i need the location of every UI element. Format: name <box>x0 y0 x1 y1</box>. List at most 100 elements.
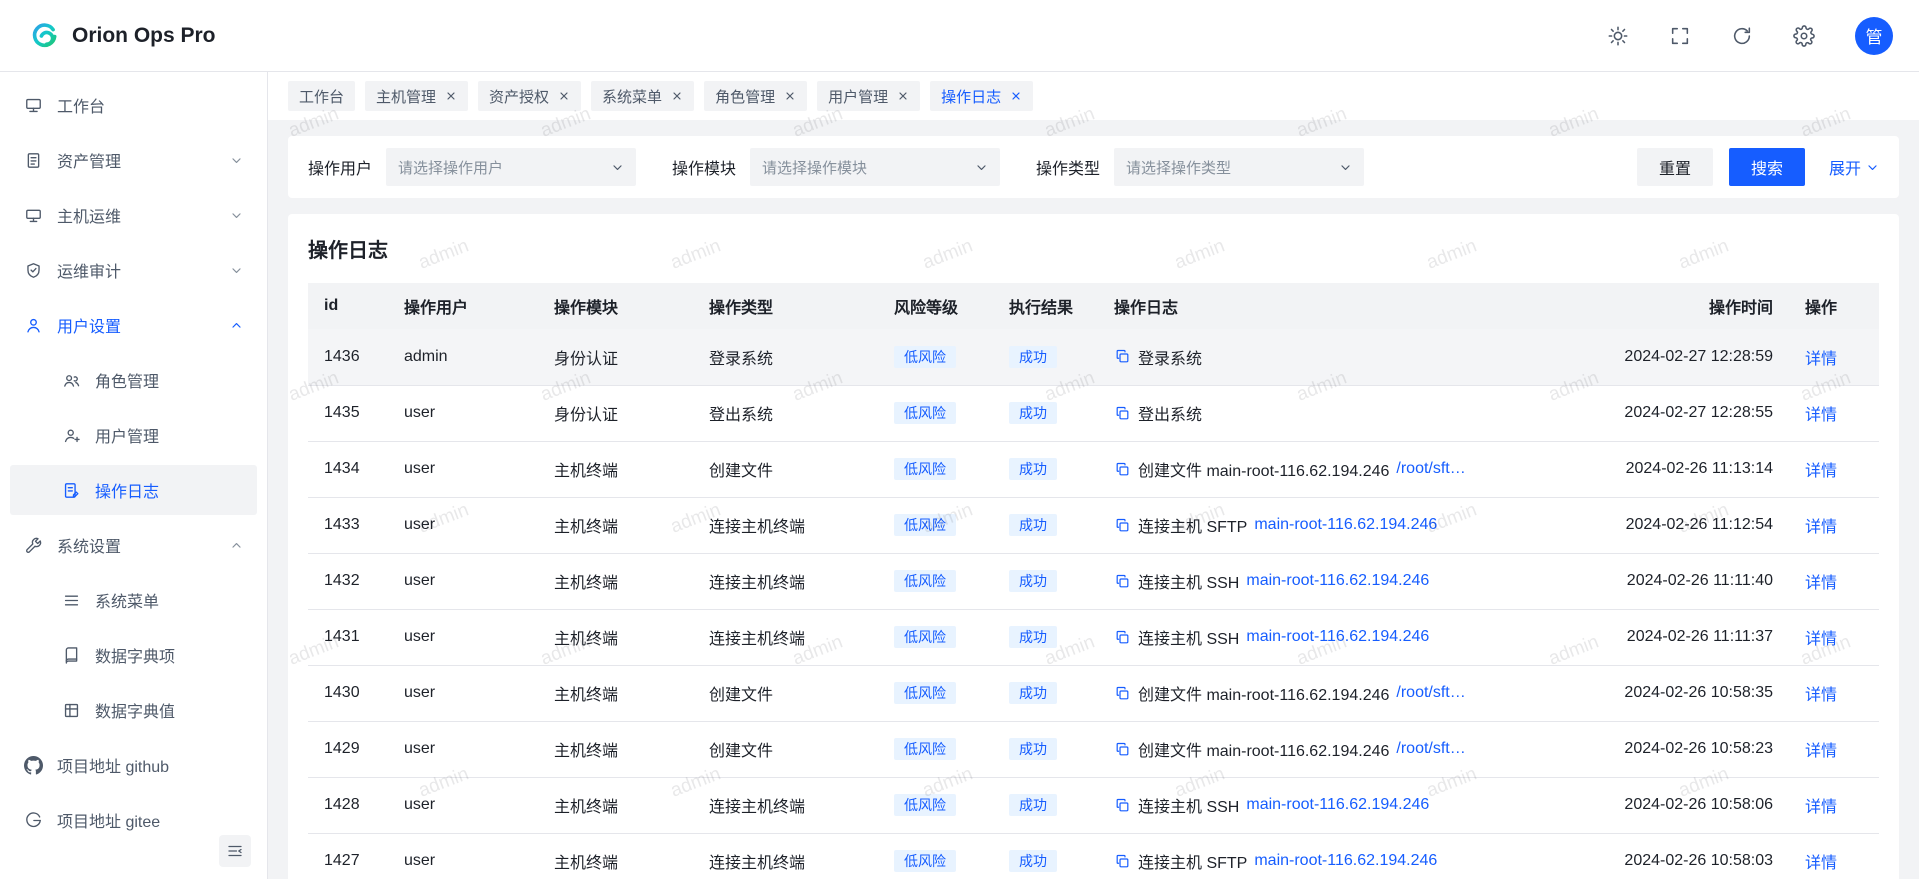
cell-user: user <box>388 833 538 879</box>
sidebar-item-workbench[interactable]: 工作台 <box>10 80 257 130</box>
detail-link[interactable]: 详情 <box>1805 351 1837 368</box>
theme-toggle-button[interactable] <box>1607 25 1629 47</box>
close-icon[interactable] <box>558 90 570 102</box>
row-id: 1432 <box>324 572 360 589</box>
close-icon[interactable] <box>784 90 796 102</box>
log-link[interactable]: main-root-116.62.194.246 <box>1246 796 1429 814</box>
log-link[interactable]: /root/sft… <box>1396 740 1465 758</box>
log-link[interactable]: main-root-116.62.194.246 <box>1254 516 1437 534</box>
cell-type: 登出系统 <box>693 385 878 441</box>
detail-link[interactable]: 详情 <box>1805 463 1837 480</box>
cell-risk: 低风险 <box>878 609 993 665</box>
expand-toggle[interactable]: 展开 <box>1829 155 1879 179</box>
sidebar-item-dict-item[interactable]: 数据字典项 <box>10 630 257 680</box>
sidebar-item-asset-management[interactable]: 资产管理 <box>10 135 257 185</box>
operation-module-select[interactable]: 请选择操作模块 <box>750 148 1000 186</box>
select-placeholder: 请选择操作模块 <box>762 157 975 178</box>
detail-link[interactable]: 详情 <box>1805 631 1837 648</box>
log-link[interactable]: main-root-116.62.194.246 <box>1246 572 1429 590</box>
tab-user-management[interactable]: 用户管理 <box>817 81 920 111</box>
sidebar-item-github[interactable]: 项目地址 github <box>10 740 257 790</box>
copy-icon <box>1114 853 1131 870</box>
log-text: 登录系统 <box>1138 345 1202 369</box>
copy-icon <box>1114 685 1131 702</box>
menu-fold-icon <box>226 842 244 860</box>
header-actions: 管 <box>1607 17 1893 55</box>
tab-operation-log[interactable]: 操作日志 <box>930 81 1033 111</box>
filter-field-operation-user: 操作用户 请选择操作用户 <box>308 148 636 186</box>
close-icon[interactable] <box>671 90 683 102</box>
detail-link[interactable]: 详情 <box>1805 687 1837 704</box>
close-icon[interactable] <box>897 90 909 102</box>
fullscreen-button[interactable] <box>1669 25 1691 47</box>
detail-link[interactable]: 详情 <box>1805 743 1837 760</box>
cell-risk: 低风险 <box>878 385 993 441</box>
tab-asset-authorization[interactable]: 资产授权 <box>478 81 581 111</box>
sidebar-item-system-settings[interactable]: 系统设置 <box>10 520 257 570</box>
tab-label: 操作日志 <box>941 86 1001 107</box>
close-icon[interactable] <box>445 90 457 102</box>
sidebar-item-ops-audit[interactable]: 运维审计 <box>10 245 257 295</box>
cell-time: 2024-02-27 12:28:55 <box>1589 385 1789 441</box>
copy-icon <box>1114 629 1131 646</box>
sidebar-item-system-menu[interactable]: 系统菜单 <box>10 575 257 625</box>
cell-risk: 低风险 <box>878 441 993 497</box>
sidebar-item-role-management[interactable]: 角色管理 <box>10 355 257 405</box>
log-link[interactable]: main-root-116.62.194.246 <box>1254 852 1437 870</box>
cell-log: 连接主机 SSH main-root-116.62.194.246 <box>1098 777 1589 833</box>
detail-link[interactable]: 详情 <box>1805 575 1837 592</box>
cell-risk: 低风险 <box>878 553 993 609</box>
sidebar-item-dict-value[interactable]: 数据字典值 <box>10 685 257 735</box>
log-cell-content: 登录系统 <box>1114 345 1573 369</box>
log-panel: 操作日志 id操作用户操作模块操作类型风险等级执行结果操作日志操作时间操作 14… <box>288 214 1899 879</box>
row-id: 1433 <box>324 516 360 533</box>
detail-link[interactable]: 详情 <box>1805 519 1837 536</box>
sidebar-item-user-management[interactable]: 用户管理 <box>10 410 257 460</box>
table-row: 1434user主机终端创建文件低风险成功创建文件 main-root-116.… <box>308 441 1879 497</box>
tab-workbench[interactable]: 工作台 <box>288 81 355 111</box>
row-user: user <box>404 796 435 813</box>
row-time: 2024-02-26 11:12:54 <box>1626 516 1773 533</box>
row-id: 1436 <box>324 348 360 365</box>
close-icon[interactable] <box>1010 90 1022 102</box>
tab-host-management[interactable]: 主机管理 <box>365 81 468 111</box>
sun-icon <box>1607 25 1629 47</box>
result-badge: 成功 <box>1009 738 1057 760</box>
app-root: Orion Ops Pro 管 工作台资产管理主机运维运维审计用户设置角色管理用… <box>0 0 1919 879</box>
sidebar-item-operation-log[interactable]: 操作日志 <box>10 465 257 515</box>
tab-label: 资产授权 <box>489 86 549 107</box>
cell-action: 详情 <box>1789 609 1879 665</box>
cell-module: 主机终端 <box>538 441 693 497</box>
tab-role-management[interactable]: 角色管理 <box>704 81 807 111</box>
app-header: Orion Ops Pro 管 <box>0 0 1919 72</box>
detail-link[interactable]: 详情 <box>1805 799 1837 816</box>
operation-type-select[interactable]: 请选择操作类型 <box>1114 148 1364 186</box>
log-link[interactable]: /root/sft… <box>1396 684 1465 702</box>
sidebar-item-user-settings[interactable]: 用户设置 <box>10 300 257 350</box>
reset-button[interactable]: 重置 <box>1637 148 1713 186</box>
filter-field-operation-type: 操作类型 请选择操作类型 <box>1036 148 1364 186</box>
risk-badge: 低风险 <box>894 514 956 536</box>
log-cell-content: 连接主机 SFTP main-root-116.62.194.246 <box>1114 513 1573 537</box>
detail-link[interactable]: 详情 <box>1805 407 1837 424</box>
cell-time: 2024-02-26 10:58:03 <box>1589 833 1789 879</box>
row-time: 2024-02-26 11:13:14 <box>1626 460 1773 477</box>
log-link[interactable]: main-root-116.62.194.246 <box>1246 628 1429 646</box>
sidebar-item-host-ops[interactable]: 主机运维 <box>10 190 257 240</box>
settings-button[interactable] <box>1793 25 1815 47</box>
row-module: 主机终端 <box>554 575 618 592</box>
sidebar-item-label: 数据字典值 <box>95 698 175 722</box>
refresh-button[interactable] <box>1731 25 1753 47</box>
sidebar-collapse-button[interactable] <box>219 835 251 867</box>
cell-result: 成功 <box>993 385 1098 441</box>
copy-icon <box>1114 797 1131 814</box>
operation-user-select[interactable]: 请选择操作用户 <box>386 148 636 186</box>
table-row: 1430user主机终端创建文件低风险成功创建文件 main-root-116.… <box>308 665 1879 721</box>
detail-link[interactable]: 详情 <box>1805 855 1837 872</box>
tab-system-menu[interactable]: 系统菜单 <box>591 81 694 111</box>
row-type: 登出系统 <box>709 407 773 424</box>
search-button[interactable]: 搜索 <box>1729 148 1805 186</box>
log-link[interactable]: /root/sft… <box>1396 460 1465 478</box>
row-module: 主机终端 <box>554 631 618 648</box>
user-avatar[interactable]: 管 <box>1855 17 1893 55</box>
